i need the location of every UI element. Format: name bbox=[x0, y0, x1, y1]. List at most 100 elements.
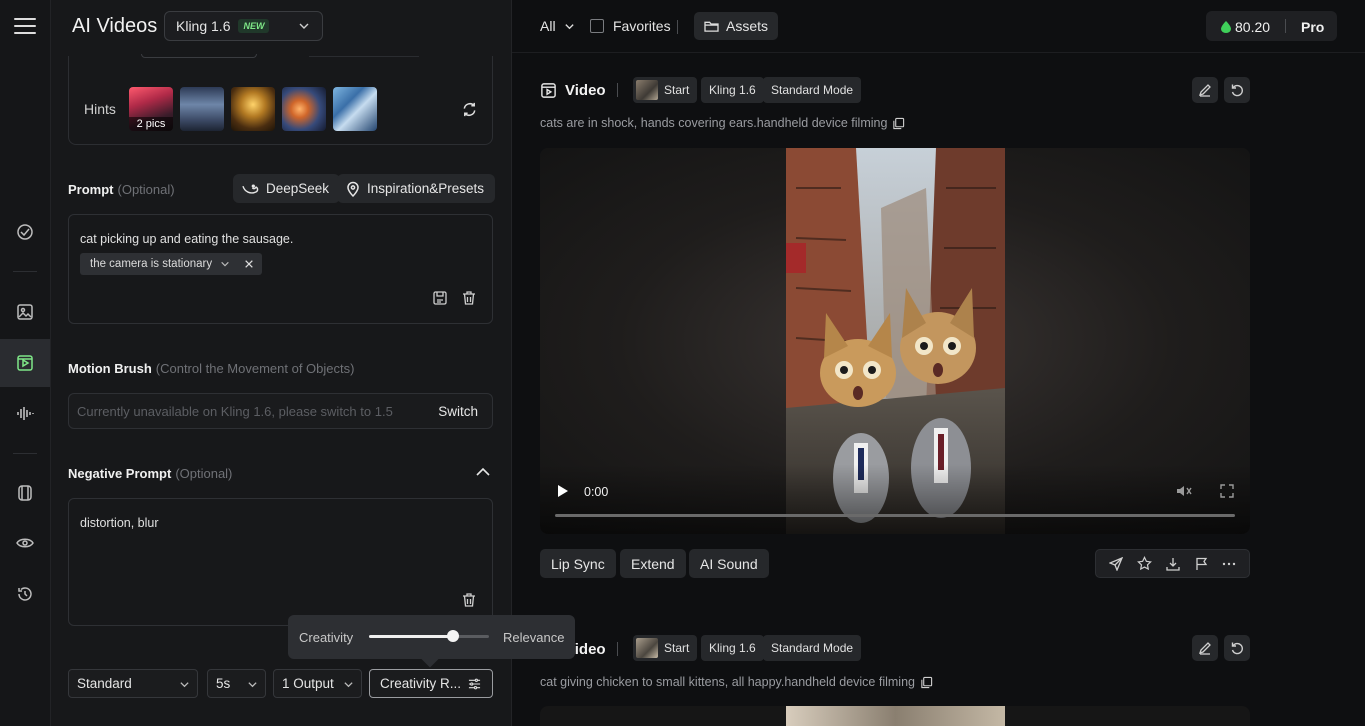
app-root: AI Videos Kling 1.6 NEW Hints 2 pics Pro… bbox=[0, 0, 1365, 726]
star-icon[interactable] bbox=[1137, 556, 1153, 571]
lip-sync-button[interactable]: Lip Sync bbox=[540, 549, 616, 578]
chevron-up-icon[interactable] bbox=[475, 465, 491, 479]
copy-icon[interactable] bbox=[920, 676, 933, 689]
rail-image-icon[interactable] bbox=[0, 288, 50, 336]
assets-button[interactable]: Assets bbox=[694, 12, 779, 40]
video-caption-text: cats are in shock, hands covering ears.h… bbox=[540, 116, 888, 130]
hint-thumbnail[interactable] bbox=[333, 87, 377, 131]
rail-history-icon[interactable] bbox=[0, 570, 50, 618]
regenerate-icon[interactable] bbox=[1224, 635, 1250, 661]
video-time: 0:00 bbox=[584, 485, 609, 499]
mode-select[interactable]: Standard bbox=[68, 669, 198, 698]
deepseek-icon bbox=[242, 184, 259, 194]
hint-thumbnail[interactable] bbox=[231, 87, 275, 131]
chevron-down-icon bbox=[248, 682, 257, 688]
favorites-checkbox[interactable] bbox=[590, 19, 604, 33]
rail-divider bbox=[13, 271, 37, 272]
favorites-filter[interactable]: Favorites bbox=[590, 18, 671, 34]
video-card-header: Video bbox=[540, 77, 606, 103]
chevron-down-icon bbox=[344, 682, 353, 688]
hint-count: 2 pics bbox=[129, 117, 173, 131]
duration-select[interactable]: 5s bbox=[207, 669, 266, 698]
filter-all-dropdown[interactable]: All bbox=[540, 18, 575, 34]
extend-button[interactable]: Extend bbox=[620, 549, 686, 578]
rail-video-icon[interactable] bbox=[0, 339, 50, 387]
menu-icon[interactable] bbox=[14, 18, 36, 34]
prompt-textarea[interactable]: cat picking up and eating the sausage. t… bbox=[68, 214, 493, 324]
ai-sound-button[interactable]: AI Sound bbox=[689, 549, 769, 578]
divider bbox=[677, 20, 678, 34]
camera-tag[interactable]: the camera is stationary bbox=[80, 253, 263, 275]
chevron-down-icon[interactable] bbox=[220, 259, 230, 269]
inspiration-presets-button[interactable]: Inspiration&Presets bbox=[337, 174, 496, 203]
page-title: AI Videos bbox=[72, 15, 158, 37]
rail-effects-icon[interactable] bbox=[0, 208, 50, 256]
motion-brush-label: Motion Brush (Control the Movement of Obj… bbox=[68, 361, 354, 376]
video-icon bbox=[541, 82, 556, 98]
copy-icon[interactable] bbox=[892, 117, 905, 130]
motion-brush-placeholder: Currently unavailable on Kling 1.6, plea… bbox=[77, 404, 393, 419]
start-frame-label: Start bbox=[664, 83, 690, 97]
rail-library-icon[interactable] bbox=[0, 469, 50, 517]
optional-hint: (Optional) bbox=[117, 182, 175, 197]
rail-eye-icon[interactable] bbox=[0, 519, 50, 567]
credits-panel[interactable]: 80.20 Pro bbox=[1206, 11, 1337, 41]
outputs-select-value: 1 Output bbox=[282, 676, 334, 691]
leaf-icon bbox=[1221, 21, 1231, 33]
upload-tab-edge bbox=[309, 56, 419, 57]
divider bbox=[617, 83, 618, 97]
save-icon[interactable] bbox=[432, 290, 448, 311]
motion-brush-hint: (Control the Movement of Objects) bbox=[155, 361, 355, 376]
video-card-title: Video bbox=[565, 81, 606, 99]
edit-icon[interactable] bbox=[1192, 77, 1218, 103]
regenerate-icon[interactable] bbox=[1224, 77, 1250, 103]
creativity-slider[interactable] bbox=[369, 630, 489, 642]
duration-select-value: 5s bbox=[216, 676, 231, 691]
hint-thumbnail[interactable] bbox=[180, 87, 224, 131]
favorites-label: Favorites bbox=[613, 18, 671, 34]
fullscreen-icon[interactable] bbox=[1220, 484, 1234, 498]
close-icon[interactable] bbox=[244, 259, 254, 269]
motion-brush-field: Currently unavailable on Kling 1.6, plea… bbox=[68, 393, 493, 429]
download-icon[interactable] bbox=[1166, 557, 1181, 571]
chevron-down-icon bbox=[299, 23, 309, 29]
model-select[interactable]: Kling 1.6 NEW bbox=[164, 11, 323, 41]
trash-icon[interactable] bbox=[461, 290, 477, 311]
filter-all-label: All bbox=[540, 18, 556, 34]
outputs-select[interactable]: 1 Output bbox=[273, 669, 362, 698]
hint-thumbnail[interactable] bbox=[282, 87, 326, 131]
negative-prompt-text: distortion, blur bbox=[80, 516, 159, 530]
creativity-select-value: Creativity R... bbox=[380, 676, 462, 691]
folder-icon bbox=[704, 21, 719, 32]
start-frame-chip[interactable]: Start bbox=[633, 77, 698, 103]
mode-chip: Standard Mode bbox=[763, 77, 862, 103]
creativity-select[interactable]: Creativity R... bbox=[369, 669, 493, 698]
icon-rail bbox=[0, 0, 51, 726]
chevron-down-icon bbox=[564, 23, 574, 29]
video-caption-text: cat giving chicken to small kittens, all… bbox=[540, 675, 915, 689]
mute-icon[interactable] bbox=[1176, 484, 1192, 498]
flag-icon[interactable] bbox=[1195, 557, 1208, 571]
refresh-icon[interactable] bbox=[461, 101, 478, 123]
start-frame-chip[interactable]: Start bbox=[633, 635, 698, 661]
play-icon[interactable] bbox=[557, 484, 569, 498]
video-caption: cat giving chicken to small kittens, all… bbox=[540, 675, 933, 689]
more-icon[interactable] bbox=[1222, 562, 1236, 566]
deepseek-button[interactable]: DeepSeek bbox=[233, 174, 341, 203]
model-chip: Kling 1.6 bbox=[701, 635, 764, 661]
video-player[interactable] bbox=[540, 706, 1250, 726]
switch-button[interactable]: Switch bbox=[438, 404, 478, 419]
send-icon[interactable] bbox=[1109, 556, 1124, 571]
plan-badge[interactable]: Pro bbox=[1301, 19, 1324, 35]
hint-thumbnail[interactable]: 2 pics bbox=[129, 87, 173, 131]
video-player[interactable]: 0:00 bbox=[540, 148, 1250, 534]
negative-prompt-label-text: Negative Prompt bbox=[68, 466, 172, 481]
optional-hint: (Optional) bbox=[175, 466, 233, 481]
negative-prompt-textarea[interactable]: distortion, blur bbox=[68, 498, 493, 626]
edit-icon[interactable] bbox=[1192, 635, 1218, 661]
creativity-slider-handle[interactable] bbox=[447, 630, 459, 642]
inspiration-presets-label: Inspiration&Presets bbox=[367, 181, 485, 196]
trash-icon[interactable] bbox=[461, 592, 477, 613]
rail-audio-icon[interactable] bbox=[0, 389, 50, 437]
video-progress-bar[interactable] bbox=[555, 514, 1235, 517]
